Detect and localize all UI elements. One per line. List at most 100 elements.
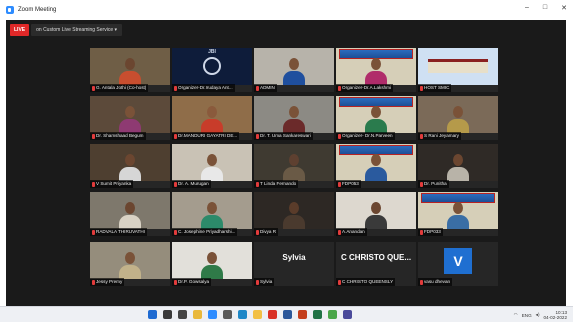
participant-video bbox=[90, 242, 170, 279]
participant-video: Sylvia bbox=[254, 242, 334, 279]
participant-video bbox=[172, 192, 252, 229]
participant-avatar-letter: V bbox=[444, 248, 472, 274]
participant-figure bbox=[283, 154, 305, 181]
clock-date: 04-02-2022 bbox=[543, 315, 568, 320]
zoom-icon[interactable] bbox=[208, 310, 217, 319]
participant-tile[interactable]: G. Antala Jothi (Co-host) bbox=[90, 48, 170, 92]
participant-figure bbox=[365, 106, 387, 133]
minimize-button[interactable]: – bbox=[525, 4, 529, 12]
excel-icon[interactable] bbox=[313, 310, 322, 319]
muted-mic-icon bbox=[256, 85, 259, 91]
participant-figure bbox=[119, 58, 141, 85]
chrome-icon[interactable] bbox=[328, 310, 337, 319]
participant-figure bbox=[365, 202, 387, 229]
participant-name: Organizer-Dr.Irudaya Ant... bbox=[178, 85, 233, 90]
stream-status-dropdown[interactable]: on Custom Live Streaming Service ▾ bbox=[31, 24, 123, 36]
participant-tile[interactable]: S Rani Jeyamary bbox=[418, 96, 498, 140]
participant-name: FDP033 bbox=[424, 229, 441, 234]
volume-icon[interactable]: ◂) bbox=[536, 312, 540, 318]
muted-mic-icon bbox=[256, 229, 259, 235]
participant-name: Dr.MANDURI GAYATRI DE... bbox=[178, 133, 238, 138]
participant-name-label: Organizer-Dr.A.Lakshmi bbox=[336, 84, 394, 92]
participant-name: Dr.P. Gowsalya bbox=[178, 279, 210, 284]
settings-icon[interactable] bbox=[223, 310, 232, 319]
participant-video bbox=[336, 96, 416, 133]
participant-tile[interactable]: Vvasu dhevan bbox=[418, 242, 498, 286]
participant-figure bbox=[447, 202, 469, 229]
wifi-icon[interactable]: ◠ bbox=[514, 312, 518, 318]
search-icon[interactable] bbox=[163, 310, 172, 319]
muted-mic-icon bbox=[420, 133, 423, 139]
participant-tile[interactable]: FDP033 bbox=[418, 192, 498, 236]
participant-figure bbox=[119, 106, 141, 133]
participant-tile[interactable]: HOST SMIC bbox=[418, 48, 498, 92]
participant-name-label: Dr. A. Murugan bbox=[172, 180, 211, 188]
camera-icon[interactable] bbox=[343, 310, 352, 319]
participant-tile[interactable]: Dr. Punitha bbox=[418, 144, 498, 188]
participant-tile[interactable]: V Sumit Priyanka bbox=[90, 144, 170, 188]
participant-tile[interactable]: C. Josephine Priyadharshi... bbox=[172, 192, 252, 236]
muted-mic-icon bbox=[92, 279, 95, 285]
participant-name-label: A.Anandan bbox=[336, 228, 367, 236]
participant-figure bbox=[201, 106, 223, 133]
building-image bbox=[428, 59, 488, 73]
participant-name-label: Dr. T. Uma Sankareswari bbox=[254, 132, 313, 140]
muted-mic-icon bbox=[92, 133, 95, 139]
participant-tile[interactable]: FDP053 bbox=[336, 144, 416, 188]
language-indicator[interactable]: ENG bbox=[522, 313, 532, 318]
participant-video bbox=[172, 96, 252, 133]
participant-figure bbox=[201, 202, 223, 229]
folder-icon[interactable] bbox=[253, 310, 262, 319]
participant-video: JBI bbox=[172, 48, 252, 85]
participant-tile[interactable]: Divya R bbox=[254, 192, 334, 236]
muted-mic-icon bbox=[92, 181, 95, 187]
participant-figure bbox=[201, 154, 223, 181]
windows-start-icon[interactable] bbox=[148, 310, 157, 319]
muted-mic-icon bbox=[256, 181, 259, 187]
participant-tile[interactable]: Dr. A. Murugan bbox=[172, 144, 252, 188]
logo-text: JBI bbox=[208, 49, 216, 55]
maximize-button[interactable]: □ bbox=[543, 4, 547, 12]
participant-tile[interactable]: C CHRISTO QUE... C CHRISTO QUEENSLY bbox=[336, 242, 416, 286]
participant-tile[interactable]: ADMIN bbox=[254, 48, 334, 92]
muted-mic-icon bbox=[420, 181, 423, 187]
participant-name: C CHRISTO QUEENSLY bbox=[342, 279, 394, 284]
participant-tile[interactable]: Dr.MANDURI GAYATRI DE... bbox=[172, 96, 252, 140]
participant-tile[interactable]: Dr.P. Gowsalya bbox=[172, 242, 252, 286]
participant-tile[interactable]: Dr. Shamshaad Begum bbox=[90, 96, 170, 140]
participant-tile[interactable]: Jessy Premy bbox=[90, 242, 170, 286]
participant-figure bbox=[365, 154, 387, 181]
participant-name-label: S Rani Jeyamary bbox=[418, 132, 461, 140]
task-view-icon[interactable] bbox=[178, 310, 187, 319]
participant-tile[interactable]: Dr. T. Uma Sankareswari bbox=[254, 96, 334, 140]
participant-tile[interactable]: Sylvia Sylvia bbox=[254, 242, 334, 286]
window-title: Zoom Meeting bbox=[18, 7, 57, 13]
participant-name-label: RADVALA THIRUVATHI bbox=[90, 228, 147, 236]
participant-tile[interactable]: Organizer- Dr.N.Parveen bbox=[336, 96, 416, 140]
participant-figure bbox=[447, 154, 469, 181]
participant-tile[interactable]: Organizer-Dr.A.Lakshmi bbox=[336, 48, 416, 92]
muted-mic-icon bbox=[338, 229, 341, 235]
participant-display-name: C CHRISTO QUE... bbox=[340, 253, 412, 262]
participant-name-label: Dr.MANDURI GAYATRI DE... bbox=[172, 132, 240, 140]
participant-tile[interactable]: JBI Organizer-Dr.Irudaya Ant... bbox=[172, 48, 252, 92]
title-bar: Zoom Meeting – □ ✕ bbox=[0, 0, 573, 20]
participant-name: S Rani Jeyamary bbox=[424, 133, 459, 138]
close-button[interactable]: ✕ bbox=[561, 4, 567, 12]
live-stream-bar: LIVE on Custom Live Streaming Service ▾ bbox=[10, 24, 123, 36]
powerpoint-icon[interactable] bbox=[298, 310, 307, 319]
participant-tile[interactable]: RADVALA THIRUVATHI bbox=[90, 192, 170, 236]
window-controls: – □ ✕ bbox=[525, 4, 567, 12]
muted-mic-icon bbox=[338, 133, 341, 139]
participant-name: Jessy Premy bbox=[96, 279, 123, 284]
participant-name: HOST SMIC bbox=[424, 85, 450, 90]
word-icon[interactable] bbox=[283, 310, 292, 319]
file-explorer-icon[interactable] bbox=[193, 310, 202, 319]
participant-name-label: vasu dhevan bbox=[418, 278, 453, 286]
gmail-icon[interactable] bbox=[268, 310, 277, 319]
clock[interactable]: 10:13 04-02-2022 bbox=[544, 310, 568, 320]
participant-figure bbox=[365, 58, 387, 85]
participant-tile[interactable]: A.Anandan bbox=[336, 192, 416, 236]
participant-tile[interactable]: T Linda Fernando bbox=[254, 144, 334, 188]
edge-icon[interactable] bbox=[238, 310, 247, 319]
